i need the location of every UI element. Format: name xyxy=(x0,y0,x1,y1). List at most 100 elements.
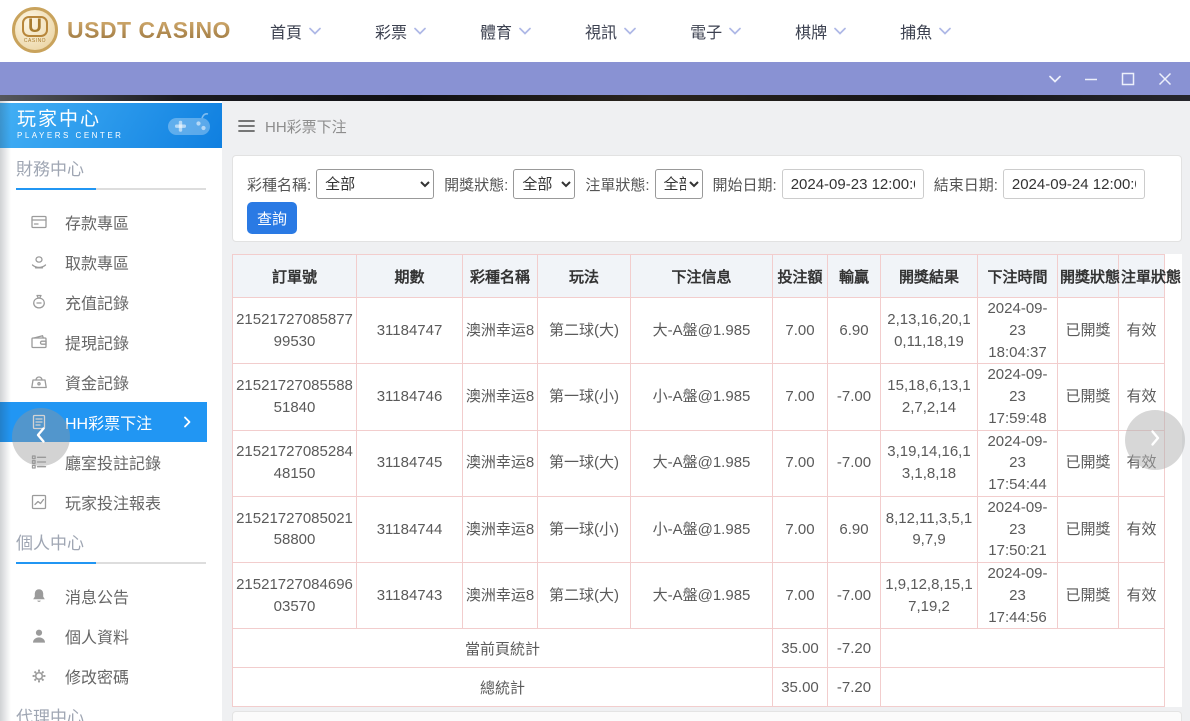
sidebar-item-withdraw-record[interactable]: 提現記錄 xyxy=(0,322,222,362)
column-header: 投注額 xyxy=(773,255,828,298)
sidebar-item-label: 廳室投註記錄 xyxy=(65,450,161,474)
minimize-icon[interactable] xyxy=(1084,72,1098,86)
nav-item-lottery[interactable]: 彩票 xyxy=(375,19,426,43)
chevron-right-icon xyxy=(180,415,194,429)
sidebar-item-announcements[interactable]: 消息公告 xyxy=(0,576,222,616)
lottery-name-select[interactable]: 全部 xyxy=(316,169,434,199)
table-cell: 6.90 xyxy=(828,496,881,562)
report-icon xyxy=(30,493,48,511)
purse-icon xyxy=(30,373,48,391)
table-row: 215217270846960357031184743澳洲幸运8第二球(大)大-… xyxy=(233,563,1165,629)
column-header: 注單狀態 xyxy=(1119,255,1165,298)
summary-bet-total: 35.00 xyxy=(773,668,828,707)
order-status-select[interactable]: 全部 xyxy=(655,169,703,199)
table-cell: 2024-09-23 17:44:56 xyxy=(978,563,1058,629)
table-cell: 2024-09-23 17:54:44 xyxy=(978,430,1058,496)
table-row: 215217270852844815031184745澳洲幸运8第一球(大)大-… xyxy=(233,430,1165,496)
nav-item-label: 棋牌 xyxy=(795,19,827,43)
sidebar-item-player-bet-report[interactable]: 玩家投注報表 xyxy=(0,482,222,522)
banner-edge-strip xyxy=(0,95,1190,101)
table-cell: 澳洲幸运8 xyxy=(463,298,538,364)
breadcrumb: HH彩票下注 xyxy=(222,101,1190,151)
logo[interactable]: U CASINO USDT CASINO xyxy=(12,7,231,53)
close-icon[interactable] xyxy=(1158,72,1172,86)
nav-item-label: 電子 xyxy=(690,19,722,43)
hamburger-icon[interactable] xyxy=(238,119,255,133)
logo-letter: U xyxy=(22,16,48,37)
sidebar-item-label: 充值記錄 xyxy=(65,290,129,314)
summary-winloss-total: -7.20 xyxy=(828,629,881,668)
maximize-icon[interactable] xyxy=(1121,72,1135,86)
table-cell: 第二球(大) xyxy=(538,298,631,364)
table-cell: 澳洲幸运8 xyxy=(463,364,538,430)
sidebar-section-title: 財務中心 xyxy=(16,160,222,179)
table-cell: 15,18,6,13,12,7,2,14 xyxy=(881,364,978,430)
sidebar-item-recharge-record[interactable]: 充值記錄 xyxy=(0,282,222,322)
main-nav: 首頁 彩票 體育 視訊 電子 棋牌 捕魚 xyxy=(270,0,951,62)
column-header: 期數 xyxy=(357,255,463,298)
chevron-down-icon xyxy=(624,27,636,35)
summary-label: 總統計 xyxy=(233,668,773,707)
table-cell: 大-A盤@1.985 xyxy=(631,430,773,496)
sidebar-collapse-button[interactable] xyxy=(12,408,70,466)
sidebar-item-label: 資金記錄 xyxy=(65,370,129,394)
table-cell: 7.00 xyxy=(773,364,828,430)
search-button[interactable]: 查詢 xyxy=(247,202,297,234)
draw-status-select[interactable]: 全部 xyxy=(513,169,575,199)
summary-row: 當前頁統計35.00-7.20 xyxy=(233,629,1165,668)
chevron-down-icon[interactable] xyxy=(1049,75,1061,83)
nav-item-home[interactable]: 首頁 xyxy=(270,19,321,43)
nav-item-sports[interactable]: 體育 xyxy=(480,19,531,43)
table-cell: 7.00 xyxy=(773,496,828,562)
nav-item-label: 視訊 xyxy=(585,19,617,43)
sidebar-item-deposit-zone[interactable]: 存款專區 xyxy=(0,202,222,242)
wallet-icon xyxy=(30,333,48,351)
sidebar-item-withdraw-zone[interactable]: 取款專區 xyxy=(0,242,222,282)
table-cell: 大-A盤@1.985 xyxy=(631,563,773,629)
table-cell: 2024-09-23 17:50:21 xyxy=(978,496,1058,562)
nav-item-chess[interactable]: 棋牌 xyxy=(795,19,846,43)
sidebar-section-items: 存款專區取款專區充值記錄提現記錄資金記錄 HH彩票下注廳室投註記錄玩家投注報表 xyxy=(0,202,222,522)
table-cell: 已開獎 xyxy=(1058,298,1119,364)
column-header: 彩種名稱 xyxy=(463,255,538,298)
window-titlebar xyxy=(0,62,1190,95)
summary-label: 當前頁統計 xyxy=(233,629,773,668)
table-row: 215217270850215880031184744澳洲幸运8第一球(小)小-… xyxy=(233,496,1165,562)
column-header: 下注時間 xyxy=(978,255,1058,298)
sidebar-item-funds-record[interactable]: 資金記錄 xyxy=(0,362,222,402)
end-date-label: 結束日期: xyxy=(934,174,998,195)
filter-panel: 彩種名稱: 全部 開獎狀態: 全部 注單狀態: 全部 開始日期: 結束日期: 查… xyxy=(232,155,1182,242)
summary-empty-cell xyxy=(881,668,1165,707)
nav-item-electronic[interactable]: 電子 xyxy=(690,19,741,43)
panel-expand-button[interactable] xyxy=(1125,410,1185,470)
sidebar-item-profile[interactable]: 個人資料 xyxy=(0,616,222,656)
nav-item-video[interactable]: 視訊 xyxy=(585,19,636,43)
table-cell: 已開獎 xyxy=(1058,496,1119,562)
table-cell: 3,19,14,16,13,1,8,18 xyxy=(881,430,978,496)
sidebar-section-title: 代理中心 xyxy=(16,708,222,721)
sidebar-section-items: 消息公告個人資料修改密碼 xyxy=(0,576,222,696)
table-cell: 2152172708558851840 xyxy=(233,364,357,430)
logo-text: USDT CASINO xyxy=(67,17,231,44)
sidebar-item-label: HH彩票下注 xyxy=(65,410,152,434)
draw-status-label: 開獎狀態: xyxy=(444,174,508,195)
table-cell: 已開獎 xyxy=(1058,563,1119,629)
table-cell: 第一球(小) xyxy=(538,364,631,430)
person-icon xyxy=(30,627,48,645)
lottery-name-label: 彩種名稱: xyxy=(247,174,311,195)
table-cell: 31184744 xyxy=(357,496,463,562)
nav-item-label: 首頁 xyxy=(270,19,302,43)
chevron-down-icon xyxy=(939,27,951,35)
table-cell: 31184747 xyxy=(357,298,463,364)
sidebar-item-change-password[interactable]: 修改密碼 xyxy=(0,656,222,696)
bell-icon xyxy=(30,587,48,605)
nav-item-fishing[interactable]: 捕魚 xyxy=(900,19,951,43)
start-date-input[interactable] xyxy=(782,169,924,199)
end-date-input[interactable] xyxy=(1003,169,1145,199)
table-cell: 2024-09-23 17:59:48 xyxy=(978,364,1058,430)
logo-coin-icon: U CASINO xyxy=(12,7,58,53)
section-underline xyxy=(16,562,206,564)
gamepad-icon xyxy=(166,110,212,146)
table-cell: 31184745 xyxy=(357,430,463,496)
column-header: 開獎結果 xyxy=(881,255,978,298)
